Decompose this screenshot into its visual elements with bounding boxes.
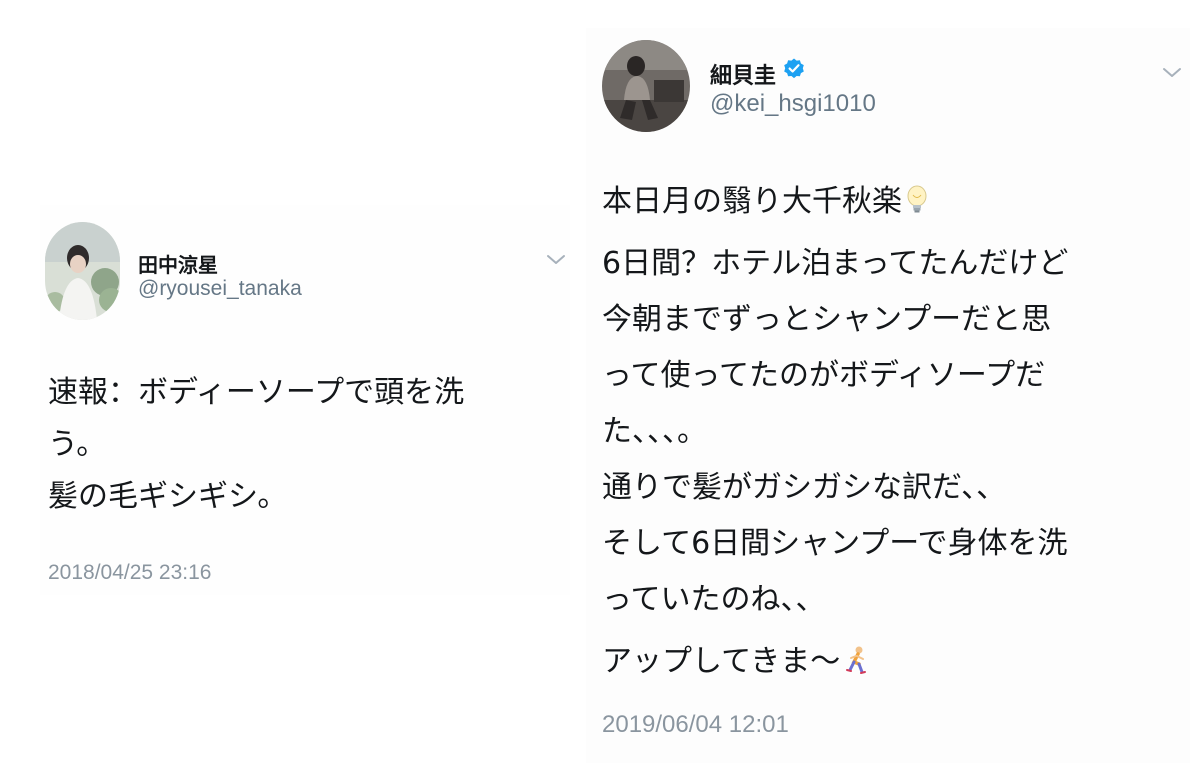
tweet-text-line: 6日間？ホテル泊まってたんだけど (602, 246, 1069, 281)
tweet-text-line: 髪の毛ギシギシ。 (48, 479, 288, 514)
tweet-card-hosogai[interactable]: 細貝圭 @kei_hsgi1010 本日月の翳り大千秋楽 6日間？ホテル泊まって… (586, 28, 1190, 763)
tweet-text-line: 通りで髪がガシガシな訳だ、、 (602, 470, 1007, 505)
light-bulb-emoji (907, 185, 927, 213)
avatar[interactable] (602, 40, 690, 132)
tweet-text-line: そして6日間シャンプーで身体を洗 (602, 526, 1068, 561)
verified-badge-icon (784, 58, 804, 79)
tweet-text-segment: アップしてきま〜 (602, 644, 841, 679)
runner-emoji (846, 646, 867, 674)
tweet-text-line: アップしてきま〜 (602, 634, 1068, 690)
chevron-down-icon[interactable] (1161, 66, 1183, 80)
display-name[interactable]: 田中涼星 (138, 249, 218, 278)
tweet-text-line: 今朝までずっとシャンプーだと思 (602, 302, 1052, 337)
tweet-text-line: って使ってたのがボディソープだ (602, 358, 1046, 393)
tweet-text-line: 速報：ボディーソープで頭を洗 (48, 375, 465, 410)
user-handle[interactable]: @kei_hsgi1010 (710, 90, 876, 118)
tweet-text: 速報：ボディーソープで頭を洗 う。 髪の毛ギシギシ。 (48, 367, 464, 523)
display-name[interactable]: 細貝圭 (710, 58, 776, 90)
timestamp[interactable]: 2018/04/25 23:16 (48, 561, 212, 585)
tweet-text-line: 本日月の翳り大千秋楽 (602, 174, 1068, 230)
tweet-text-line: う。 (48, 427, 107, 462)
screenshot-collage: 田中涼星 @ryousei_tanaka 速報：ボディーソープで頭を洗 う。 髪… (0, 0, 1200, 767)
tweet-text-segment: 本日月の翳り大千秋楽 (602, 184, 902, 219)
tweet-card-tanaka[interactable]: 田中涼星 @ryousei_tanaka 速報：ボディーソープで頭を洗 う。 髪… (40, 205, 570, 595)
tweet-text: 本日月の翳り大千秋楽 6日間？ホテル泊まってたんだけど 今朝までずっとシャンプー… (602, 174, 1068, 690)
timestamp[interactable]: 2019/06/04 12:01 (602, 711, 789, 739)
chevron-down-icon[interactable] (545, 253, 567, 267)
avatar[interactable] (45, 222, 120, 320)
tweet-text-line: っていたのね、、 (602, 582, 826, 617)
tweet-text-line: た、、、。 (602, 414, 707, 449)
user-handle[interactable]: @ryousei_tanaka (138, 277, 302, 301)
